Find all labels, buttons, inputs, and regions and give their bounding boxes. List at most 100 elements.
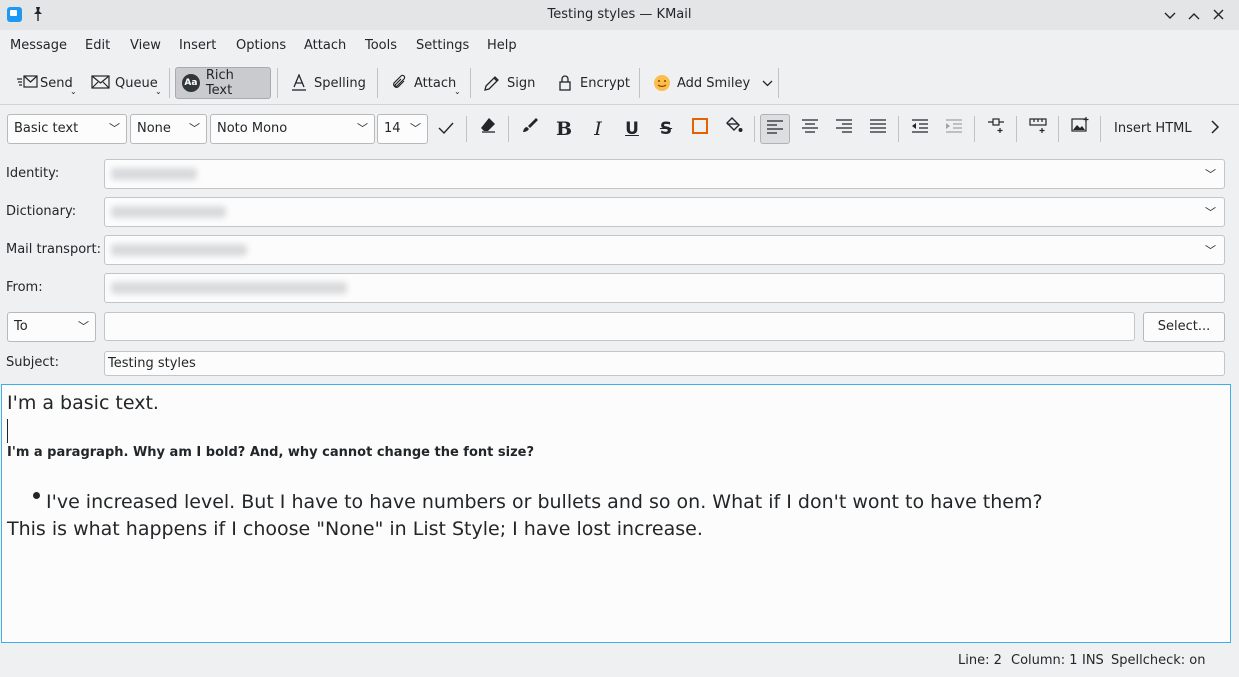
toolbar-separator (1100, 116, 1101, 142)
dictionary-select[interactable]: ﹀ (104, 197, 1225, 227)
rich-text-icon: Aa (182, 74, 200, 92)
insert-rule-button[interactable] (981, 114, 1011, 144)
minimize-button[interactable] (1160, 5, 1180, 25)
bold-button[interactable]: B (549, 114, 579, 144)
insert-html-button[interactable]: Insert HTML (1114, 121, 1192, 137)
chevron-down-icon: ﹀ (1205, 168, 1216, 181)
mail-transport-label: Mail transport: (6, 242, 101, 257)
toolbar-separator (754, 116, 755, 142)
status-spellcheck: Spellcheck: on (1111, 653, 1206, 668)
message-body-editor[interactable]: I'm a basic text. I'm a paragraph. Why a… (1, 384, 1231, 643)
mail-transport-select[interactable]: ﹀ (104, 235, 1225, 265)
align-right-button[interactable] (829, 114, 859, 144)
rich-text-toggle[interactable]: Aa Rich Text (175, 67, 271, 99)
menu-insert[interactable]: Insert (179, 37, 216, 55)
align-justify-button[interactable] (863, 114, 893, 144)
menu-edit[interactable]: Edit (85, 37, 110, 55)
toolbar-separator (508, 116, 509, 142)
identity-label: Identity: (6, 166, 60, 181)
menu-settings[interactable]: Settings (416, 37, 469, 55)
status-line: Line: 2 (958, 653, 1002, 668)
add-smiley-button[interactable]: Add Smiley (647, 67, 779, 99)
clear-formatting-button[interactable] (473, 114, 503, 144)
paperclip-icon (390, 74, 408, 92)
subject-field[interactable]: Testing styles (104, 351, 1225, 376)
queue-menu-arrow-icon: ⌄ (155, 87, 162, 96)
toolbar-separator (277, 68, 278, 98)
status-column: Column: 1 (1011, 653, 1078, 668)
spelling-icon (290, 73, 308, 92)
underline-icon: U (625, 119, 639, 139)
menu-attach[interactable]: Attach (304, 37, 346, 55)
redacted-dictionary (111, 206, 226, 218)
text-cursor (7, 419, 8, 443)
toolbar-separator (1016, 116, 1017, 142)
decrease-indent-button[interactable] (905, 114, 935, 144)
menu-message[interactable]: Message (10, 37, 67, 55)
underline-button[interactable]: U (617, 114, 647, 144)
redacted-from-address (111, 282, 347, 294)
chevron-down-icon: ﹀ (410, 122, 421, 135)
menu-tools[interactable]: Tools (365, 37, 397, 55)
queue-button[interactable]: Queue ⌄ (85, 67, 164, 99)
identity-select[interactable]: ﹀ (104, 159, 1225, 189)
text-color-button[interactable] (515, 114, 545, 144)
chevron-down-icon (762, 76, 773, 91)
sign-label: Sign (507, 75, 536, 91)
paragraph-style-select[interactable]: Basic text ﹀ (7, 114, 127, 144)
align-left-button[interactable] (760, 114, 790, 144)
increase-indent-button[interactable] (939, 114, 969, 144)
bold-icon: B (555, 118, 573, 140)
lock-icon (556, 74, 574, 92)
chevron-down-icon: ﹀ (357, 122, 368, 135)
toolbar-separator (470, 68, 471, 98)
insert-image-button[interactable] (1065, 114, 1095, 144)
attach-button[interactable]: Attach ⌄ (384, 67, 462, 99)
to-field[interactable] (104, 312, 1135, 341)
toolbar-separator (898, 116, 899, 142)
chevron-down-icon: ﹀ (1205, 206, 1216, 219)
font-family-select[interactable]: Noto Mono ﹀ (210, 114, 375, 144)
smiley-icon (653, 74, 671, 92)
font-size-select[interactable]: 14 ﹀ (377, 114, 428, 144)
font-family-value: Noto Mono (217, 121, 288, 136)
menu-help[interactable]: Help (487, 37, 517, 55)
italic-button[interactable]: I (583, 114, 613, 144)
bullet-icon (33, 492, 40, 499)
encrypt-label: Encrypt (580, 75, 630, 91)
toolbar-separator (169, 68, 170, 98)
toolbar-overflow-button[interactable] (1200, 114, 1230, 144)
chevron-down-icon: ﹀ (109, 122, 120, 135)
close-icon (1213, 9, 1223, 20)
strikethrough-button[interactable]: S (651, 114, 681, 144)
indent-less-icon (912, 119, 928, 133)
add-smiley-label: Add Smiley (677, 75, 751, 91)
queue-label: Queue (115, 75, 158, 91)
apply-checkmark-button[interactable] (431, 114, 461, 144)
border-box-icon (692, 118, 708, 134)
paint-bucket-icon (726, 117, 743, 132)
encrypt-button[interactable]: Encrypt (550, 67, 636, 99)
menu-options[interactable]: Options (236, 37, 286, 55)
align-right-icon (836, 119, 852, 133)
list-style-select[interactable]: None ﹀ (130, 114, 207, 144)
sign-button[interactable]: Sign (477, 67, 541, 99)
toolbar-separator (778, 68, 779, 98)
dictionary-label: Dictionary: (6, 204, 77, 219)
insert-table-button[interactable] (1023, 114, 1053, 144)
close-button[interactable] (1208, 5, 1228, 25)
align-center-button[interactable] (795, 114, 825, 144)
body-paragraph: I'm a paragraph. Why am I bold? And, why… (7, 445, 534, 460)
recipient-type-value: To (14, 319, 28, 334)
align-left-icon (767, 120, 783, 134)
recipient-type-select[interactable]: To ﹀ (7, 312, 96, 342)
background-color-button[interactable] (719, 114, 749, 144)
from-field[interactable] (104, 273, 1225, 303)
border-button[interactable] (685, 114, 715, 144)
spelling-button[interactable]: Spelling (284, 67, 372, 99)
menu-view[interactable]: View (130, 37, 161, 55)
send-button[interactable]: Send ⌄ (10, 67, 79, 99)
strikethrough-icon: S (659, 119, 673, 139)
select-recipients-button[interactable]: Select... (1143, 312, 1225, 342)
maximize-button[interactable] (1184, 5, 1204, 25)
